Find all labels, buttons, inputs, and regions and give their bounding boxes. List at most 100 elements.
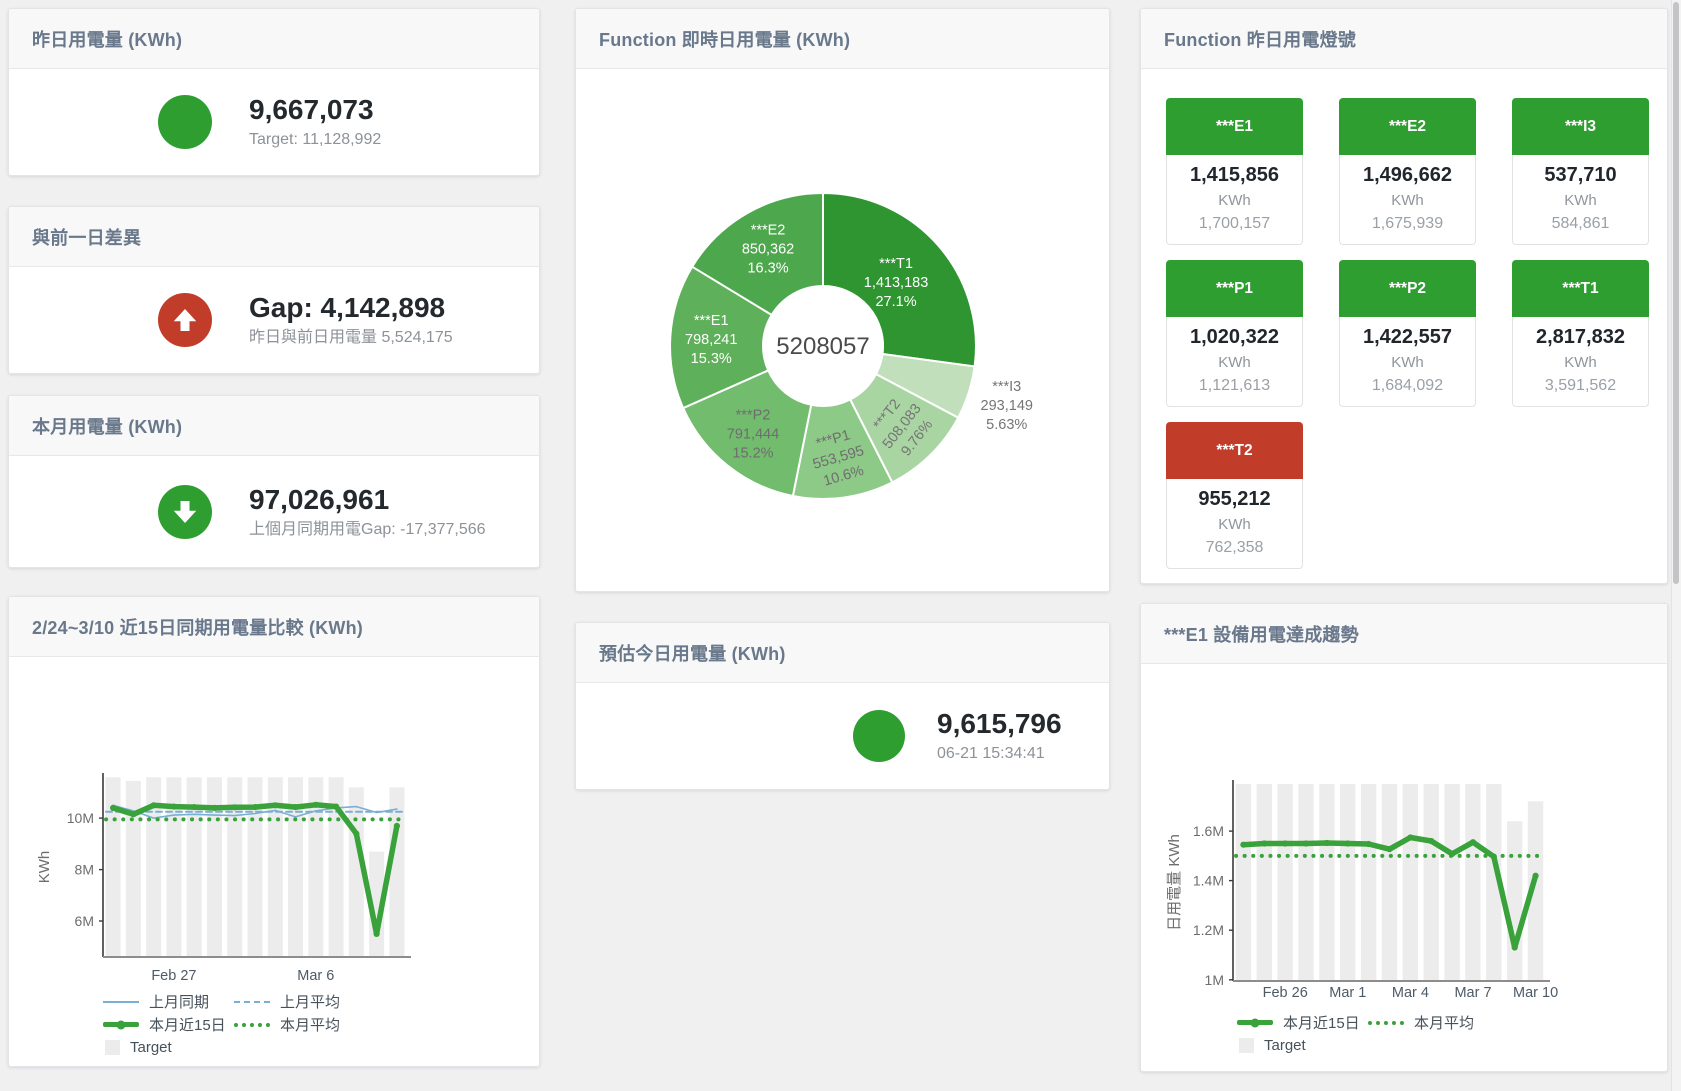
panel-header-estimate[interactable]: 預估今日用電量 (KWh) <box>576 623 1109 683</box>
tile-value: 1,020,322 <box>1169 323 1300 351</box>
panel-header-month[interactable]: 本月用電量 (KWh) <box>9 396 539 456</box>
target-bar <box>1277 784 1292 981</box>
legend-row: Target <box>103 1036 539 1059</box>
panel-header-realtime[interactable]: Function 即時日用電量 (KWh) <box>576 9 1109 69</box>
x-tick-label: Mar 6 <box>297 968 334 984</box>
legend-label: 本月近15日 <box>1283 1012 1360 1033</box>
stat-subtitle: Target: 11,128,992 <box>249 130 381 150</box>
legend-label: 本月近15日 <box>149 1014 226 1035</box>
x-tick-label: Feb 27 <box>151 968 196 984</box>
legend-item-target[interactable]: Target <box>1237 1037 1368 1054</box>
data-point <box>394 823 400 829</box>
arrow-down-circle-icon <box>158 485 212 539</box>
compare-line-chart[interactable]: 6M8M10MFeb 27Mar 6KWh <box>9 657 539 985</box>
x-tick-label: Mar 7 <box>1454 985 1491 1001</box>
y-axis-label: 日用電量 KWh <box>1166 834 1183 931</box>
stat-content: Gap: 4,142,898 昨日與前日用電量 5,524,175 <box>9 267 539 373</box>
legend-line-swatch <box>234 1023 270 1027</box>
y-tick-label: 1.4M <box>1193 873 1224 889</box>
legend-item-thick[interactable]: 本月近15日 <box>103 1014 234 1035</box>
tile-unit-label: KWh <box>1515 189 1646 212</box>
stat-content: 9,615,796 06-21 15:34:41 <box>576 683 1109 789</box>
panel-header-trend[interactable]: ***E1 設備用電達成趨勢 <box>1141 604 1667 664</box>
tile-body: 2,817,832KWh3,591,562 <box>1512 317 1649 407</box>
stat-timestamp: 06-21 15:34:41 <box>937 744 1062 764</box>
stat-content: 97,026,961 上個月同期用電Gap: -17,377,566 <box>9 456 539 567</box>
legend-label: 本月平均 <box>1414 1012 1474 1033</box>
data-point <box>1324 840 1330 846</box>
tile-target-value: 762,358 <box>1169 536 1300 560</box>
tile-body: 1,422,557KWh1,684,092 <box>1339 317 1476 407</box>
data-point <box>1512 944 1518 950</box>
tile-value: 955,212 <box>1169 485 1300 513</box>
panel-title: ***E1 設備用電達成趨勢 <box>1164 621 1359 647</box>
legend-item-dotted[interactable]: 本月平均 <box>1368 1012 1499 1033</box>
tile-status-header: ***T2 <box>1166 422 1303 479</box>
donut-slice-label: ***I3293,1495.63% <box>981 379 1033 433</box>
tile-unit-label: KWh <box>1342 351 1473 374</box>
target-bar <box>1507 821 1522 981</box>
legend-item-target[interactable]: Target <box>103 1039 234 1056</box>
panel-header-day-gap[interactable]: 與前一日差異 <box>9 207 539 267</box>
data-point <box>1386 846 1392 852</box>
panel-header-compare[interactable]: 2/24~3/10 近15日同期用電量比較 (KWh) <box>9 597 539 657</box>
tile-value: 1,496,662 <box>1342 161 1473 189</box>
arrow-up-circle-icon <box>158 293 212 347</box>
scrollbar-thumb[interactable] <box>1673 2 1679 584</box>
status-circle-icon <box>853 710 905 762</box>
tile-status-header: ***I3 <box>1512 98 1649 155</box>
panel-header-lights[interactable]: Function 昨日用電燈號 <box>1141 9 1667 69</box>
legend-item-thin[interactable]: 上月同期 <box>103 991 234 1012</box>
legend-swatch-dot <box>117 1020 126 1029</box>
tile-unit-label: KWh <box>1169 351 1300 374</box>
tile-value: 1,415,856 <box>1169 161 1300 189</box>
legend-label: 上月同期 <box>149 991 209 1012</box>
legend-row: 上月同期 上月平均 <box>103 990 539 1013</box>
data-point <box>191 804 197 810</box>
tile-target-value: 1,121,613 <box>1169 374 1300 398</box>
stat-value: Gap: 4,142,898 <box>249 292 453 324</box>
legend-label: Target <box>130 1039 172 1056</box>
data-point <box>1240 842 1246 848</box>
x-tick-label: Mar 1 <box>1329 985 1366 1001</box>
legend-label: 本月平均 <box>280 1014 340 1035</box>
status-tile-t2: ***T2 955,212KWh762,358 <box>1166 422 1303 569</box>
tile-target-value: 1,700,157 <box>1169 212 1300 236</box>
status-tile-e1: ***E11,415,856KWh1,700,157 <box>1166 98 1303 245</box>
x-tick-label: Mar 10 <box>1513 985 1558 1001</box>
legend-item-dotted[interactable]: 本月平均 <box>234 1014 365 1035</box>
data-point <box>1303 840 1309 846</box>
tile-target-value: 584,861 <box>1515 212 1646 236</box>
status-tile-i3: ***I3537,710KWh584,861 <box>1512 98 1649 245</box>
legend-target-swatch <box>1239 1038 1254 1053</box>
legend-target-swatch <box>105 1040 120 1055</box>
panel-realtime-donut: Function 即時日用電量 (KWh) ***T11,413,18327.1… <box>575 8 1110 592</box>
status-circle-icon <box>158 95 212 149</box>
data-point <box>313 802 319 808</box>
legend-swatch-dot <box>1251 1018 1260 1027</box>
panel-estimate-today: 預估今日用電量 (KWh) 9,615,796 06-21 15:34:41 <box>575 622 1110 790</box>
data-point <box>232 804 238 810</box>
data-point <box>1533 873 1539 879</box>
legend-item-dashed[interactable]: 上月平均 <box>234 991 365 1012</box>
status-tile-p2: ***P21,422,557KWh1,684,092 <box>1339 260 1476 407</box>
panel-title: 與前一日差異 <box>32 224 141 250</box>
panel-yesterday-usage: 昨日用電量 (KWh) 9,667,073 Target: 11,128,992 <box>8 8 540 176</box>
dashboard: 昨日用電量 (KWh) 9,667,073 Target: 11,128,992… <box>0 0 1681 1091</box>
legend-row: 本月近15日 本月平均 <box>1237 1011 1667 1034</box>
stat-value: 9,615,796 <box>937 708 1062 740</box>
y-tick-label: 1.2M <box>1193 922 1224 938</box>
panel-title: 預估今日用電量 (KWh) <box>599 640 786 666</box>
legend-item-thick[interactable]: 本月近15日 <box>1237 1012 1368 1033</box>
target-bar <box>1257 784 1272 981</box>
target-bar <box>1361 784 1376 981</box>
data-point <box>1491 854 1497 860</box>
trend-line-chart[interactable]: 1M1.2M1.4M1.6MFeb 26Mar 1Mar 4Mar 7Mar 1… <box>1141 664 1667 1006</box>
panel-title: 2/24~3/10 近15日同期用電量比較 (KWh) <box>32 614 363 640</box>
tile-unit-label: KWh <box>1169 513 1300 536</box>
target-bar <box>207 777 222 957</box>
data-point <box>374 931 380 937</box>
legend-line-swatch <box>1368 1021 1404 1025</box>
realtime-donut-chart[interactable]: ***T11,413,18327.1%***I3293,1495.63%***T… <box>576 69 1109 591</box>
panel-header-yesterday[interactable]: 昨日用電量 (KWh) <box>9 9 539 69</box>
